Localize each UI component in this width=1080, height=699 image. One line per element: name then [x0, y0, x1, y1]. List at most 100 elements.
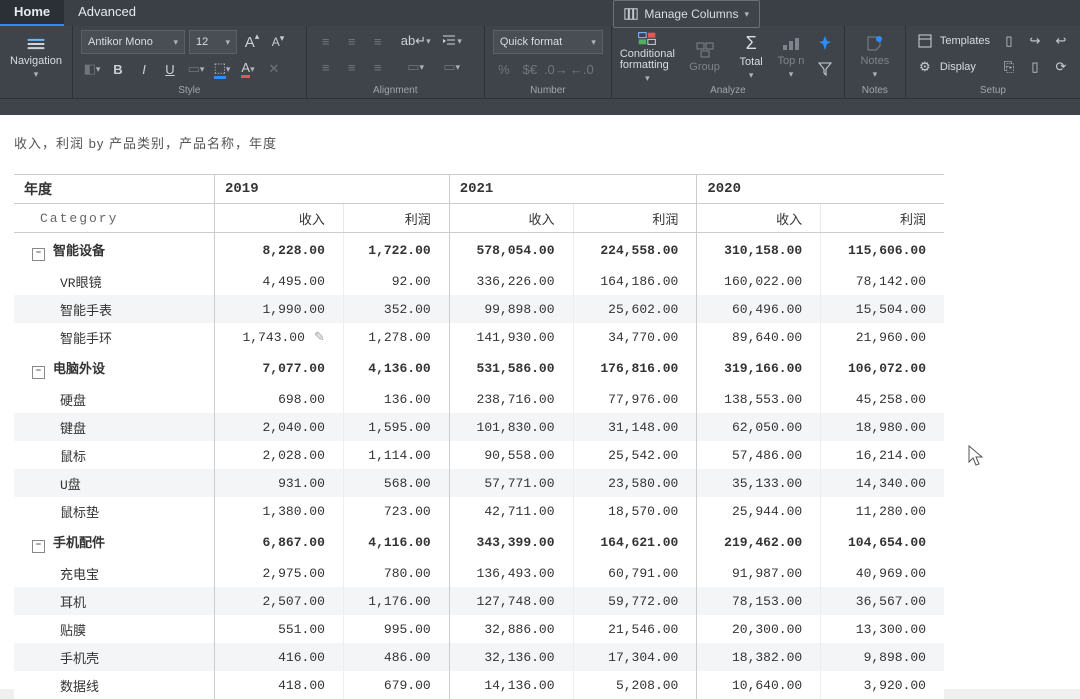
- font-size-select[interactable]: 12▾: [189, 30, 237, 54]
- cell-value[interactable]: 2,040.00: [215, 413, 344, 441]
- product-row[interactable]: 硬盘: [14, 385, 215, 413]
- cell-value[interactable]: 1,114.00: [343, 441, 449, 469]
- cell-value[interactable]: 136,493.00: [449, 559, 573, 587]
- cell-value[interactable]: 352.00: [343, 295, 449, 323]
- top-n-button[interactable]: Top n▾: [774, 30, 808, 84]
- cell-value[interactable]: 8,228.00: [215, 233, 344, 268]
- category-row[interactable]: −手机配件: [14, 525, 215, 559]
- align-top-icon[interactable]: ≡: [315, 30, 337, 52]
- year-header[interactable]: 2021: [449, 175, 697, 204]
- cell-value[interactable]: 531,586.00: [449, 351, 573, 385]
- cell-value[interactable]: 16,214.00: [821, 441, 944, 469]
- expander-icon[interactable]: −: [32, 540, 45, 553]
- cell-value[interactable]: 25,542.00: [573, 441, 697, 469]
- cell-value[interactable]: 136.00: [343, 385, 449, 413]
- group-button[interactable]: Group: [681, 30, 728, 84]
- clear-format-button[interactable]: ✕: [263, 58, 285, 80]
- percent-icon[interactable]: %: [493, 58, 515, 80]
- cell-value[interactable]: 164,186.00: [573, 267, 697, 295]
- cell-value[interactable]: 418.00: [215, 671, 344, 699]
- cell-value[interactable]: 4,116.00: [343, 525, 449, 559]
- measure-header[interactable]: 利润: [343, 204, 449, 233]
- filter-icon[interactable]: [814, 58, 836, 80]
- cell-value[interactable]: 336,226.00: [449, 267, 573, 295]
- cell-value[interactable]: 89,640.00: [697, 323, 821, 351]
- cell-value[interactable]: 1,278.00: [343, 323, 449, 351]
- cell-value[interactable]: 1,595.00: [343, 413, 449, 441]
- align-center-icon[interactable]: ≡: [341, 56, 363, 78]
- import-icon[interactable]: ↩: [1050, 30, 1072, 52]
- product-row[interactable]: 手机壳: [14, 643, 215, 671]
- product-row[interactable]: 数据线: [14, 671, 215, 699]
- cell-value[interactable]: 57,486.00: [697, 441, 821, 469]
- underline-button[interactable]: U: [159, 58, 181, 80]
- cell-value[interactable]: 77,976.00: [573, 385, 697, 413]
- category-row[interactable]: −电脑外设: [14, 351, 215, 385]
- cell-value[interactable]: 18,980.00: [821, 413, 944, 441]
- cell-value[interactable]: 238,716.00: [449, 385, 573, 413]
- expander-icon[interactable]: −: [32, 248, 45, 261]
- navigation-button[interactable]: Navigation ▾: [8, 30, 64, 84]
- conditional-formatting-button[interactable]: Conditional formatting▾: [620, 30, 675, 84]
- cell-value[interactable]: 1,380.00: [215, 497, 344, 525]
- expander-icon[interactable]: −: [32, 366, 45, 379]
- display-label[interactable]: Display: [940, 61, 976, 73]
- cell-value[interactable]: 60,791.00: [573, 559, 697, 587]
- cell-value[interactable]: 723.00: [343, 497, 449, 525]
- cell-value[interactable]: 62,050.00: [697, 413, 821, 441]
- indent-icon[interactable]: ▾: [441, 30, 463, 52]
- merge-icon[interactable]: ▭▾: [405, 56, 427, 78]
- italic-button[interactable]: I: [133, 58, 155, 80]
- cell-value[interactable]: 4,136.00: [343, 351, 449, 385]
- year-header[interactable]: 2019: [215, 175, 450, 204]
- cell-value[interactable]: 224,558.00: [573, 233, 697, 268]
- measure-header[interactable]: 利润: [821, 204, 944, 233]
- cell-value[interactable]: 343,399.00: [449, 525, 573, 559]
- align-right-icon[interactable]: ≡: [367, 56, 389, 78]
- cell-value[interactable]: 25,602.00: [573, 295, 697, 323]
- align-left-icon[interactable]: ≡: [315, 56, 337, 78]
- product-row[interactable]: 智能手环: [14, 323, 215, 351]
- cell-value[interactable]: 219,462.00: [697, 525, 821, 559]
- product-row[interactable]: 键盘: [14, 413, 215, 441]
- copy-icon[interactable]: ⎘: [998, 56, 1020, 78]
- cell-value[interactable]: 13,300.00: [821, 615, 944, 643]
- wrap-text-icon[interactable]: ab↵▾: [405, 30, 427, 52]
- bold-button[interactable]: B: [107, 58, 129, 80]
- cell-value[interactable]: 568.00: [343, 469, 449, 497]
- product-row[interactable]: 鼠标垫: [14, 497, 215, 525]
- cell-value[interactable]: 995.00: [343, 615, 449, 643]
- increase-font-icon[interactable]: A▴: [241, 31, 263, 53]
- cell-value[interactable]: 36,567.00: [821, 587, 944, 615]
- cell-value[interactable]: 138,553.00: [697, 385, 821, 413]
- cell-value[interactable]: 486.00: [343, 643, 449, 671]
- cell-value[interactable]: 18,382.00: [697, 643, 821, 671]
- cell-value[interactable]: 160,022.00: [697, 267, 821, 295]
- cell-value[interactable]: 40,969.00: [821, 559, 944, 587]
- cell-value[interactable]: 164,621.00: [573, 525, 697, 559]
- cell-value[interactable]: 25,944.00: [697, 497, 821, 525]
- tab-home[interactable]: Home: [0, 0, 64, 26]
- cell-value[interactable]: 1,990.00: [215, 295, 344, 323]
- cell-value[interactable]: 2,028.00: [215, 441, 344, 469]
- cell-value[interactable]: 115,606.00: [821, 233, 944, 268]
- cell-value[interactable]: 1,743.00✎: [215, 323, 344, 351]
- product-row[interactable]: 智能手表: [14, 295, 215, 323]
- product-row[interactable]: 鼠标: [14, 441, 215, 469]
- manage-columns-button[interactable]: Manage Columns ▾: [613, 0, 760, 28]
- cell-value[interactable]: 17,304.00: [573, 643, 697, 671]
- cell-value[interactable]: 92.00: [343, 267, 449, 295]
- cell-value[interactable]: 11,280.00: [821, 497, 944, 525]
- cell-value[interactable]: 9,898.00: [821, 643, 944, 671]
- cell-value[interactable]: 32,136.00: [449, 643, 573, 671]
- page-setup-icon[interactable]: ▯: [998, 30, 1020, 52]
- cell-value[interactable]: 679.00: [343, 671, 449, 699]
- align-middle-icon[interactable]: ≡: [341, 30, 363, 52]
- refresh-icon[interactable]: ⟳: [1050, 56, 1072, 78]
- font-family-select[interactable]: Antikor Mono▾: [81, 30, 185, 54]
- cell-value[interactable]: 23,580.00: [573, 469, 697, 497]
- cell-value[interactable]: 931.00: [215, 469, 344, 497]
- cell-value[interactable]: 31,148.00: [573, 413, 697, 441]
- border-button[interactable]: ▭▾: [185, 58, 207, 80]
- year-header[interactable]: 2020: [697, 175, 944, 204]
